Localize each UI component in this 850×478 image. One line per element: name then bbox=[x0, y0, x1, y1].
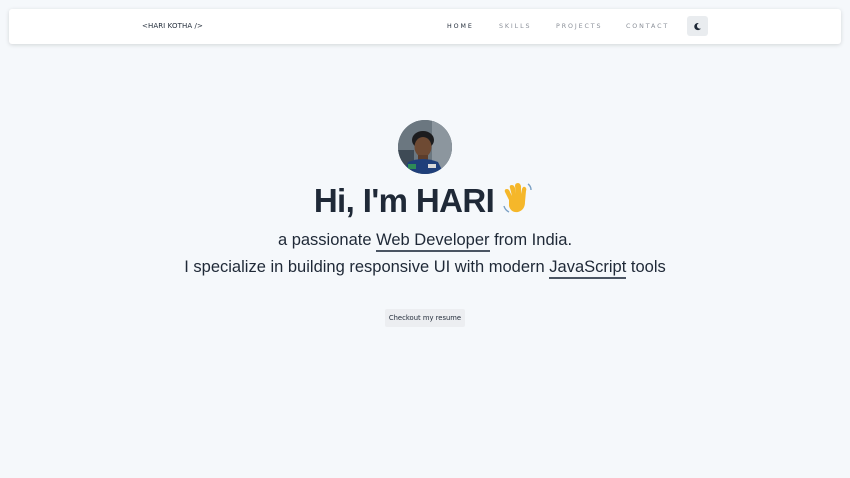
tagline-2-suffix: tools bbox=[626, 258, 666, 276]
nav-link-skills[interactable]: SKILLS bbox=[499, 23, 531, 30]
nav-link-projects[interactable]: PROJECTS bbox=[556, 23, 602, 30]
greeting-text: Hi, I'm HARI bbox=[313, 182, 495, 219]
tagline-2-prefix: I specialize in building responsive UI w… bbox=[184, 258, 550, 276]
top-navbar: <HARI KOTHA /> HOME SKILLS PROJECTS CONT… bbox=[9, 9, 841, 44]
avatar bbox=[398, 120, 452, 174]
nav-link-contact[interactable]: CONTACT bbox=[626, 23, 669, 30]
profile-photo-image bbox=[398, 120, 452, 174]
hero-greeting: Hi, I'm HARI bbox=[0, 180, 850, 224]
tagline-line-2: I specialize in building responsive UI w… bbox=[0, 258, 850, 279]
moon-icon bbox=[694, 22, 701, 30]
tagline-1-prefix: a passionate bbox=[277, 231, 377, 249]
waving-hand-icon bbox=[500, 180, 536, 224]
resume-button[interactable]: Checkout my resume bbox=[385, 309, 465, 327]
tagline-1-suffix: from India. bbox=[489, 231, 573, 249]
highlight-javascript: JavaScript bbox=[549, 258, 627, 279]
theme-toggle-button[interactable] bbox=[687, 16, 708, 36]
highlight-web-developer: Web Developer bbox=[376, 231, 490, 252]
tagline-line-1: a passionate Web Developer from India. bbox=[0, 231, 850, 252]
brand-logo-link[interactable]: <HARI KOTHA /> bbox=[142, 22, 203, 30]
nav-link-home[interactable]: HOME bbox=[447, 23, 474, 30]
